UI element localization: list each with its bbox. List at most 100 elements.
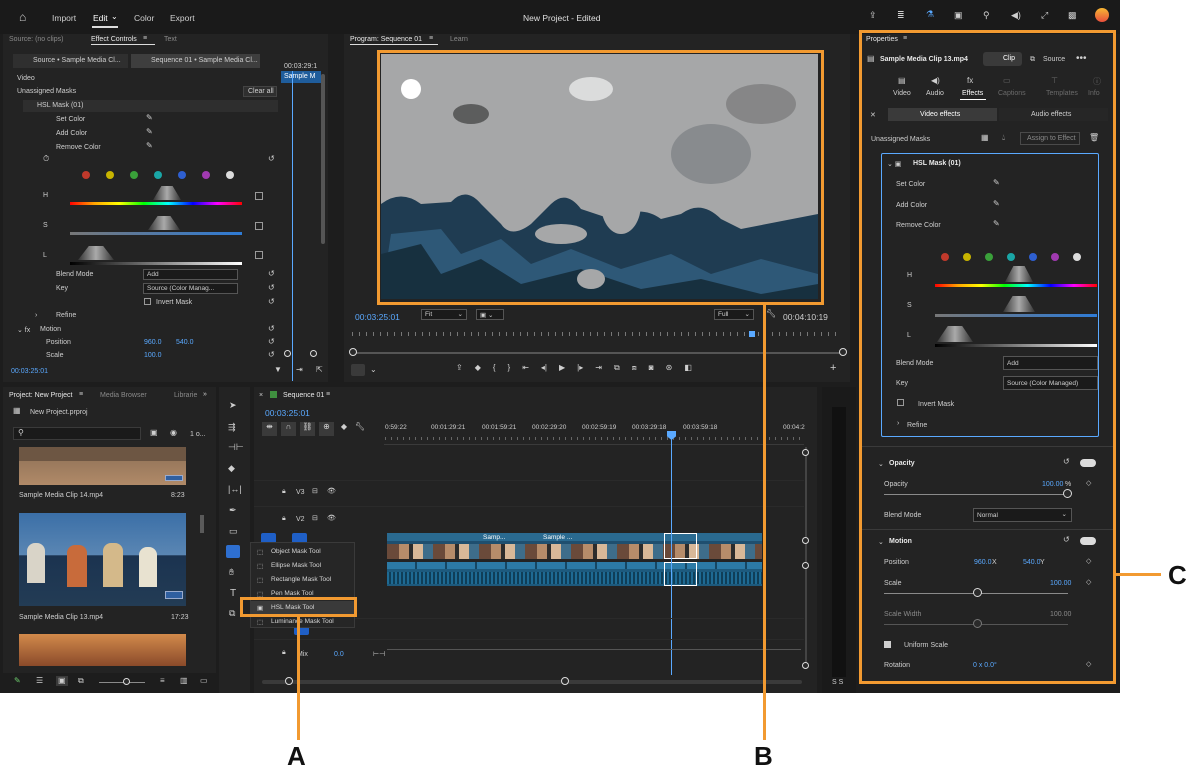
sequence-crumb[interactable]: Sequence 01 • Sample Media Cl...	[131, 54, 260, 68]
feedback-icon[interactable]: ▩	[1068, 11, 1077, 20]
project-scrollbar[interactable]	[200, 515, 204, 533]
stopwatch-icon[interactable]: ⏱	[43, 155, 49, 163]
marker-add-icon[interactable]: ⊕	[319, 422, 334, 436]
step-forward-icon[interactable]: |▸	[577, 363, 583, 377]
swatch-2[interactable]	[130, 171, 138, 179]
vscroll-bottom[interactable]	[802, 662, 809, 669]
tab-learn[interactable]: Learn	[450, 36, 468, 43]
menu-icon[interactable]: ≡	[143, 35, 147, 42]
settings-camera-button[interactable]	[351, 364, 365, 376]
solo-buttons[interactable]: S S	[832, 679, 843, 686]
step-back-icon[interactable]: ◂|	[541, 363, 547, 377]
key-dropdown[interactable]: Source (Color Manag...	[143, 283, 238, 294]
add-button-icon[interactable]: +	[830, 362, 836, 374]
program-ruler[interactable]	[352, 332, 842, 336]
lift-icon[interactable]: ⇪	[456, 363, 463, 377]
vscroll-top[interactable]	[802, 449, 809, 456]
sync-icon-v3[interactable]: ⊟	[312, 488, 318, 495]
comment-icon[interactable]: ▣	[954, 11, 963, 20]
mix-end-icon[interactable]: ⊢⊣	[373, 650, 385, 658]
eyedropper-minus-icon[interactable]: ✎	[146, 142, 153, 150]
thumbnail-clip-14[interactable]	[19, 447, 186, 485]
zoom-slider[interactable]	[99, 682, 145, 683]
mark-out-icon[interactable]: }	[508, 363, 511, 377]
hscroll-end[interactable]	[561, 677, 569, 685]
hue-handle[interactable]	[153, 186, 181, 200]
luminance-slider[interactable]	[70, 262, 242, 265]
blend-mode-dropdown[interactable]: Add	[143, 269, 238, 280]
tool-menu-item-rectangle-mask-tool[interactable]: ⬚ Rectangle Mask Tool	[251, 573, 354, 587]
lock-icon-mix[interactable]: 🔒︎	[282, 649, 286, 656]
position-y-value[interactable]: 540.0	[176, 339, 194, 346]
swatch-4[interactable]	[178, 171, 186, 179]
go-to-out-icon[interactable]: ⇥	[595, 363, 602, 377]
selected-video-clip[interactable]	[664, 533, 697, 559]
eyedropper-plus-icon[interactable]: ✎	[146, 128, 153, 136]
lock-icon-v3[interactable]: 🔒︎	[282, 488, 286, 495]
vertical-scrollbar[interactable]	[321, 74, 325, 244]
lock-icon-v2[interactable]: 🔒︎	[282, 515, 286, 522]
workspace-icon[interactable]: ≣	[897, 11, 905, 20]
ripple-edit-icon[interactable]: ⊣⊢	[228, 443, 244, 452]
selection-tool-icon[interactable]: ➤	[229, 401, 237, 410]
vscroll-mid[interactable]	[802, 537, 809, 544]
camera-icon[interactable]: ◙	[649, 363, 654, 377]
razor-icon[interactable]: ◆	[228, 464, 235, 473]
scale-value[interactable]: 100.0	[144, 352, 162, 359]
menu-color[interactable]: Color	[134, 13, 154, 23]
a1-clip-strip[interactable]	[387, 562, 762, 586]
pen-icon[interactable]: ✒	[229, 506, 237, 515]
sync-icon-v2[interactable]: ⊟	[312, 515, 318, 522]
reset-invert-icon[interactable]: ↺	[268, 298, 275, 306]
tab-libraries[interactable]: Librarie	[174, 392, 197, 399]
position-x-value[interactable]: 960.0	[144, 339, 162, 346]
source-crumb[interactable]: Source • Sample Media Cl...	[13, 54, 128, 68]
saturation-slider[interactable]	[70, 232, 242, 235]
hue-slider[interactable]	[70, 202, 242, 205]
avatar[interactable]	[1095, 8, 1109, 22]
tool-menu-item-ellipse-mask-tool[interactable]: ⬚ Ellipse Mask Tool	[251, 559, 354, 573]
tab-media-browser[interactable]: Media Browser	[100, 392, 147, 399]
swatch-1[interactable]	[106, 171, 114, 179]
program-menu-icon[interactable]: ≡	[429, 35, 433, 42]
pencil-icon[interactable]: ✎	[14, 677, 21, 685]
mini-playhead[interactable]	[292, 71, 293, 381]
search-icon[interactable]: ⚲	[983, 11, 990, 20]
list-view-icon[interactable]: ☰	[36, 677, 43, 685]
mini-clip[interactable]: Sample M	[281, 71, 321, 83]
timeline-vscroll[interactable]	[805, 447, 807, 667]
type-icon[interactable]: T	[230, 589, 236, 599]
link-icon[interactable]: ⛓	[300, 422, 315, 436]
tab-text[interactable]: Text	[164, 36, 177, 43]
mini-zoom-end[interactable]	[310, 350, 317, 357]
reset-motion-icon[interactable]: ↺	[268, 325, 275, 333]
slip-icon[interactable]: |↔|	[228, 485, 242, 494]
vr-icon[interactable]: ⊛	[666, 363, 673, 377]
more-tabs-icon[interactable]: »	[203, 391, 207, 398]
mark-in-icon[interactable]: {	[493, 363, 496, 377]
insert-icon[interactable]: ⧉	[614, 363, 620, 377]
luminance-handle[interactable]	[78, 246, 114, 260]
user-icon[interactable]: ◉	[170, 429, 177, 437]
mix-value[interactable]: 0.0	[334, 651, 344, 658]
tab-effect-controls[interactable]: Effect Controls	[91, 36, 137, 43]
menu-export[interactable]: Export	[170, 13, 195, 23]
timeline-ruler[interactable]: 0:59:22 00:01:29:21 00:01:59:21 00:02:29:20…	[385, 421, 817, 437]
tab-source[interactable]: Source: (no clips)	[9, 36, 63, 43]
comparison-icon[interactable]: ◧	[684, 363, 692, 377]
export-frame-icon[interactable]: ⇱	[316, 366, 323, 374]
swatch-0[interactable]	[82, 171, 90, 179]
menu-import[interactable]: Import	[52, 13, 76, 23]
filter-icon[interactable]: ▼	[274, 366, 282, 374]
wrench-icon[interactable]: 🔧︎	[766, 310, 776, 318]
flag-icon[interactable]: ◆	[338, 422, 350, 436]
settings-chevron-icon[interactable]: ⌄	[370, 365, 377, 374]
bin-icon[interactable]: ▣	[150, 429, 158, 437]
track-select-icon[interactable]: ⇶	[228, 423, 236, 432]
v1-clip-strip[interactable]: Samp... Sample ...	[387, 533, 762, 559]
timeline-menu-icon[interactable]: ≡	[326, 391, 330, 398]
program-zoom-end[interactable]	[839, 348, 847, 356]
automate-icon[interactable]: ▥	[180, 677, 188, 685]
vscroll-mid2[interactable]	[802, 562, 809, 569]
menu-edit[interactable]: Edit	[93, 13, 108, 23]
